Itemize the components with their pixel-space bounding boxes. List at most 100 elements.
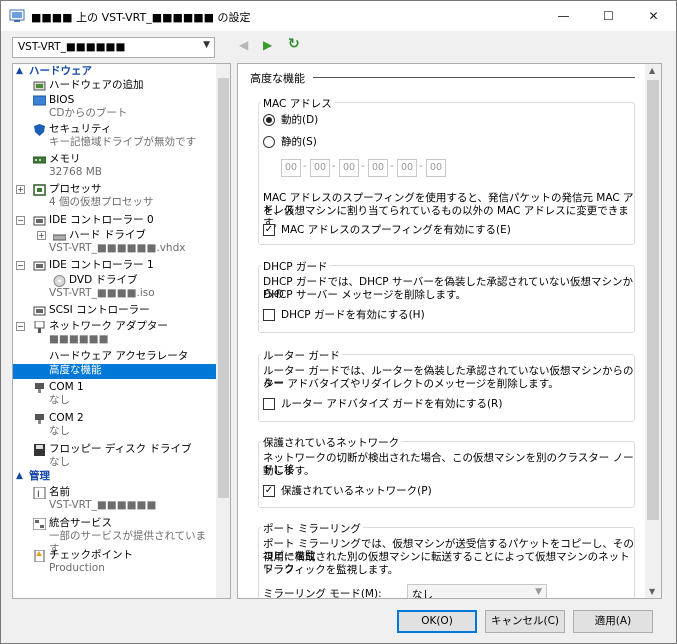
expand-icon[interactable]: + [16, 185, 25, 194]
tree-item-network-adapter[interactable]: − ネットワーク アダプター ■■■■■■ [13, 320, 216, 350]
hardware-section-label: ハードウェア [29, 65, 92, 77]
mac-dynamic-label: 動的(D) [281, 114, 319, 126]
mac-octet-2[interactable]: 00 [310, 159, 330, 177]
router-guard-checkbox[interactable] [263, 398, 275, 410]
tree-item-com2[interactable]: COM 2 なし [13, 410, 216, 441]
back-arrow-icon[interactable]: ◀ [239, 38, 248, 52]
dhcp-desc-line2: DHCP サーバー メッセージを削除します。 [263, 289, 466, 301]
close-button[interactable]: ✕ [631, 1, 676, 31]
tree-scrollbar[interactable] [216, 64, 230, 598]
collapse-chevron-icon: ▲ [16, 471, 23, 481]
hardware-section-header[interactable]: ▲ ハードウェア [13, 64, 216, 79]
mac-dynamic-radio[interactable] [263, 114, 275, 126]
tree-item-sub: ■■■■■■ [49, 333, 109, 345]
vm-selector-dropdown[interactable]: VST-VRT_■■■■■■ ▼ [12, 37, 215, 58]
tree-item-dvd-drive[interactable]: DVD ドライブ VST-VRT_■■■■.iso [13, 274, 216, 304]
advanced-features-panel: 高度な機能 MAC アドレス 動的(D) 静的(S) 00 - 00 - 00 … [237, 63, 662, 599]
tree-item-label: チェックポイント [49, 549, 133, 561]
cancel-button[interactable]: キャンセル(C) [485, 610, 565, 633]
mac-octet-1[interactable]: 00 [281, 159, 301, 177]
tree-item-label: COM 1 [49, 381, 84, 393]
protected-group-label: 保護されているネットワーク [261, 435, 402, 450]
octet-separator: - [332, 161, 336, 172]
tree-item-label: ハードウェアの追加 [49, 79, 144, 91]
settings-tree: ▲ ハードウェア ハードウェアの追加 BIOS CDからのブート セキュリティ キー記… [12, 63, 231, 599]
collapse-icon[interactable]: − [16, 261, 25, 270]
tree-item-com1[interactable]: COM 1 なし [13, 379, 216, 410]
tree-item-checkpoint[interactable]: チェックポイント Production [13, 547, 216, 577]
mac-octet-3[interactable]: 00 [339, 159, 359, 177]
floppy-icon [34, 444, 45, 456]
tree-item-security[interactable]: セキュリティ キー記憶域ドライブが無効です [13, 123, 216, 153]
mac-octet-6[interactable]: 00 [426, 159, 446, 177]
tree-item-label: セキュリティ [49, 123, 112, 135]
expand-icon[interactable]: + [37, 231, 46, 240]
mac-spoofing-checkbox[interactable]: ✓ [263, 224, 275, 236]
network-adapter-icon [34, 321, 45, 333]
panel-scrollbar-thumb[interactable] [647, 80, 659, 520]
maximize-button[interactable]: ☐ [586, 1, 631, 31]
apply-button[interactable]: 適用(A) [573, 610, 653, 633]
dhcp-guard-checkbox[interactable] [263, 309, 275, 321]
scroll-up-icon[interactable]: ▲ [649, 66, 655, 75]
tree-item-add-hardware[interactable]: ハードウェアの追加 [13, 79, 216, 94]
tree-item-name[interactable]: I 名前 VST-VRT_■■■■■■ [13, 484, 216, 515]
tree-item-sub: VST-VRT_■■■■.iso [49, 287, 155, 299]
router-guard-group: ルーター ガード ルーター ガードでは、ルーターを偽装した承認されていない仮想マ… [258, 348, 635, 422]
refresh-icon[interactable]: ↻ [288, 36, 300, 52]
chevron-down-icon: ▼ [203, 40, 210, 50]
tree-item-hard-drive[interactable]: + ハード ドライブ VST-VRT_■■■■■■.vhdx [13, 229, 216, 259]
minimize-button[interactable]: — [541, 1, 586, 31]
tree-item-sub: CDからのブート [49, 107, 128, 119]
tree-item-advanced[interactable]: 高度な機能 [13, 364, 216, 379]
tree-item-label: フロッピー ディスク ドライブ [49, 443, 192, 455]
vm-selector-value: VST-VRT_■■■■■■ [18, 41, 126, 53]
octet-separator: - [361, 161, 365, 172]
shield-icon [34, 124, 45, 136]
tree-item-hw-accel[interactable]: ハードウェア アクセラレータ [13, 350, 216, 364]
protected-desc-line1: ネットワークの切断が検出された場合、この仮想マシンを別のクラスター ノードに移 [263, 452, 634, 476]
tree-item-label: DVD ドライブ [69, 274, 138, 286]
collapse-icon[interactable]: − [16, 322, 25, 331]
tree-item-memory[interactable]: メモリ 32768 MB [13, 153, 216, 183]
title-divider [313, 77, 635, 78]
collapse-icon[interactable]: − [16, 216, 25, 225]
tree-item-sub: キー記憶域ドライブが無効です [49, 136, 196, 148]
processor-icon [33, 184, 46, 196]
dhcp-group-label: DHCP ガード [261, 259, 330, 274]
mac-octet-5[interactable]: 00 [397, 159, 417, 177]
panel-scrollbar[interactable]: ▲ ▼ [645, 64, 661, 598]
tree-item-sub: なし [49, 456, 70, 468]
checkpoint-icon [34, 550, 45, 562]
bios-icon [33, 95, 46, 106]
dhcp-guard-label: DHCP ガードを有効にする(H) [281, 309, 425, 321]
forward-arrow-icon[interactable]: ▶ [263, 38, 272, 52]
router-guard-label: ルーター アドバタイズ ガードを有効にする(R) [281, 398, 503, 410]
svg-text:I: I [37, 490, 40, 499]
tree-item-bios[interactable]: BIOS CDからのブート [13, 94, 216, 123]
tree-item-label: ネットワーク アダプター [49, 320, 168, 332]
tree-item-ide-1[interactable]: − IDE コントローラー 1 [13, 259, 216, 274]
protected-network-checkbox[interactable]: ✓ [263, 485, 275, 497]
management-section-label: 管理 [29, 470, 50, 482]
title-bar: ■■■■ 上の VST-VRT_■■■■■■ の設定 — ☐ ✕ [1, 1, 676, 31]
tree-item-scsi[interactable]: SCSI コントローラー [13, 304, 216, 320]
tree-item-processor[interactable]: + プロセッサ 4 個の仮想プロセッサ [13, 183, 216, 214]
add-hardware-icon [33, 81, 46, 91]
tree-item-floppy[interactable]: フロッピー ディスク ドライブ なし [13, 441, 216, 469]
management-section-header[interactable]: ▲ 管理 [13, 469, 216, 484]
tree-item-ide-0[interactable]: − IDE コントローラー 0 [13, 214, 216, 229]
mirror-mode-dropdown[interactable]: なし ▼ [407, 584, 547, 598]
tree-item-label: COM 2 [49, 412, 84, 424]
mac-octet-4[interactable]: 00 [368, 159, 388, 177]
mac-static-radio[interactable] [263, 136, 275, 148]
protected-network-group: 保護されているネットワーク ネットワークの切断が検出された場合、この仮想マシンを… [258, 435, 635, 508]
octet-separator: - [419, 161, 423, 172]
memory-icon [33, 156, 46, 164]
tree-item-integration[interactable]: 統合サービス 一部のサービスが提供されています [13, 515, 216, 555]
tree-scrollbar-thumb[interactable] [218, 78, 229, 498]
ok-button[interactable]: OK(O) [397, 610, 477, 633]
tree-item-sub: なし [49, 425, 70, 437]
mac-octets: 00 - 00 - 00 - 00 - 00 - 00 [281, 159, 461, 177]
scroll-down-icon[interactable]: ▼ [649, 587, 655, 596]
